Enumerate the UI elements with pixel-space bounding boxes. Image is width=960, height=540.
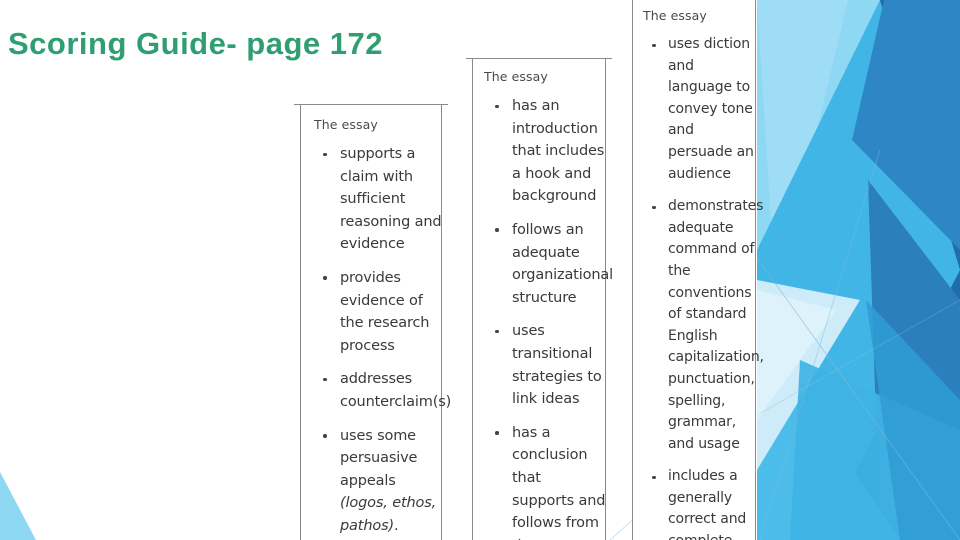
decor-shape-sky-sweep — [757, 0, 960, 540]
list-item: has an introduction that includes a hook… — [472, 95, 606, 208]
decor-shape-pale-top-2 — [757, 0, 848, 300]
corner-wedge-outline — [24, 472, 44, 540]
decor-shape-steel-diagonal — [852, 0, 960, 250]
decor-hairline-1 — [756, 257, 960, 540]
list-item: supports a claim with sufficient reasoni… — [300, 143, 442, 256]
scoring-guide-column-2: The essay has an introduction that inclu… — [466, 58, 613, 540]
list-item: addresses counterclaim(s) — [300, 368, 451, 413]
slide-canvas: Scoring Guide- page 172 The essay suppor… — [0, 0, 960, 540]
scoring-guide-column-1: The essay supports a claim with sufficie… — [294, 104, 451, 540]
column-3-bullet-list: uses diction and language to convey tone… — [632, 34, 764, 540]
column-1-header: The essay — [314, 117, 378, 132]
decor-shape-base — [757, 0, 960, 540]
page-title: Scoring Guide- page 172 — [8, 26, 383, 61]
decor-shape-mid-overlap-2 — [866, 300, 960, 540]
column-2-header: The essay — [484, 69, 548, 84]
decor-shape-bright-lower — [757, 330, 900, 540]
list-item: includes a generally correct and complet… — [632, 466, 756, 540]
decor-shape-pale-top — [757, 0, 880, 330]
decor-shape-steel-lower — [868, 180, 960, 540]
corner-wedge-shape — [0, 472, 36, 540]
list-item: demonstrates adequate command of the con… — [632, 196, 764, 455]
list-item: uses some persuasive appeals (logos, eth… — [300, 425, 442, 538]
decor-shape-deep-wedge — [868, 0, 960, 120]
column-2-bullet-list: has an introduction that includes a hook… — [472, 95, 613, 540]
list-item: uses diction and language to convey tone… — [632, 34, 756, 185]
column-3-header: The essay — [643, 8, 707, 23]
list-item: has a conclusion that supports and follo… — [472, 422, 606, 540]
decor-hairline-2 — [759, 149, 881, 540]
list-item: follows an adequate organizational struc… — [472, 219, 613, 309]
decor-shape-dark-right — [820, 0, 960, 540]
decor-shape-pale-lower — [757, 280, 860, 470]
column-1-bullet-list: supports a claim with sufficient reasoni… — [300, 143, 451, 538]
decor-shape-pale-lower-2 — [757, 290, 836, 420]
scoring-guide-column-3: The essay uses diction and language to c… — [632, 0, 764, 540]
list-item: provides evidence of the research proces… — [300, 267, 442, 357]
decor-shape-mid-overlap — [790, 360, 960, 540]
decor-hairline-4 — [756, 299, 960, 416]
list-item: uses transitional strategies to link ide… — [472, 320, 606, 410]
